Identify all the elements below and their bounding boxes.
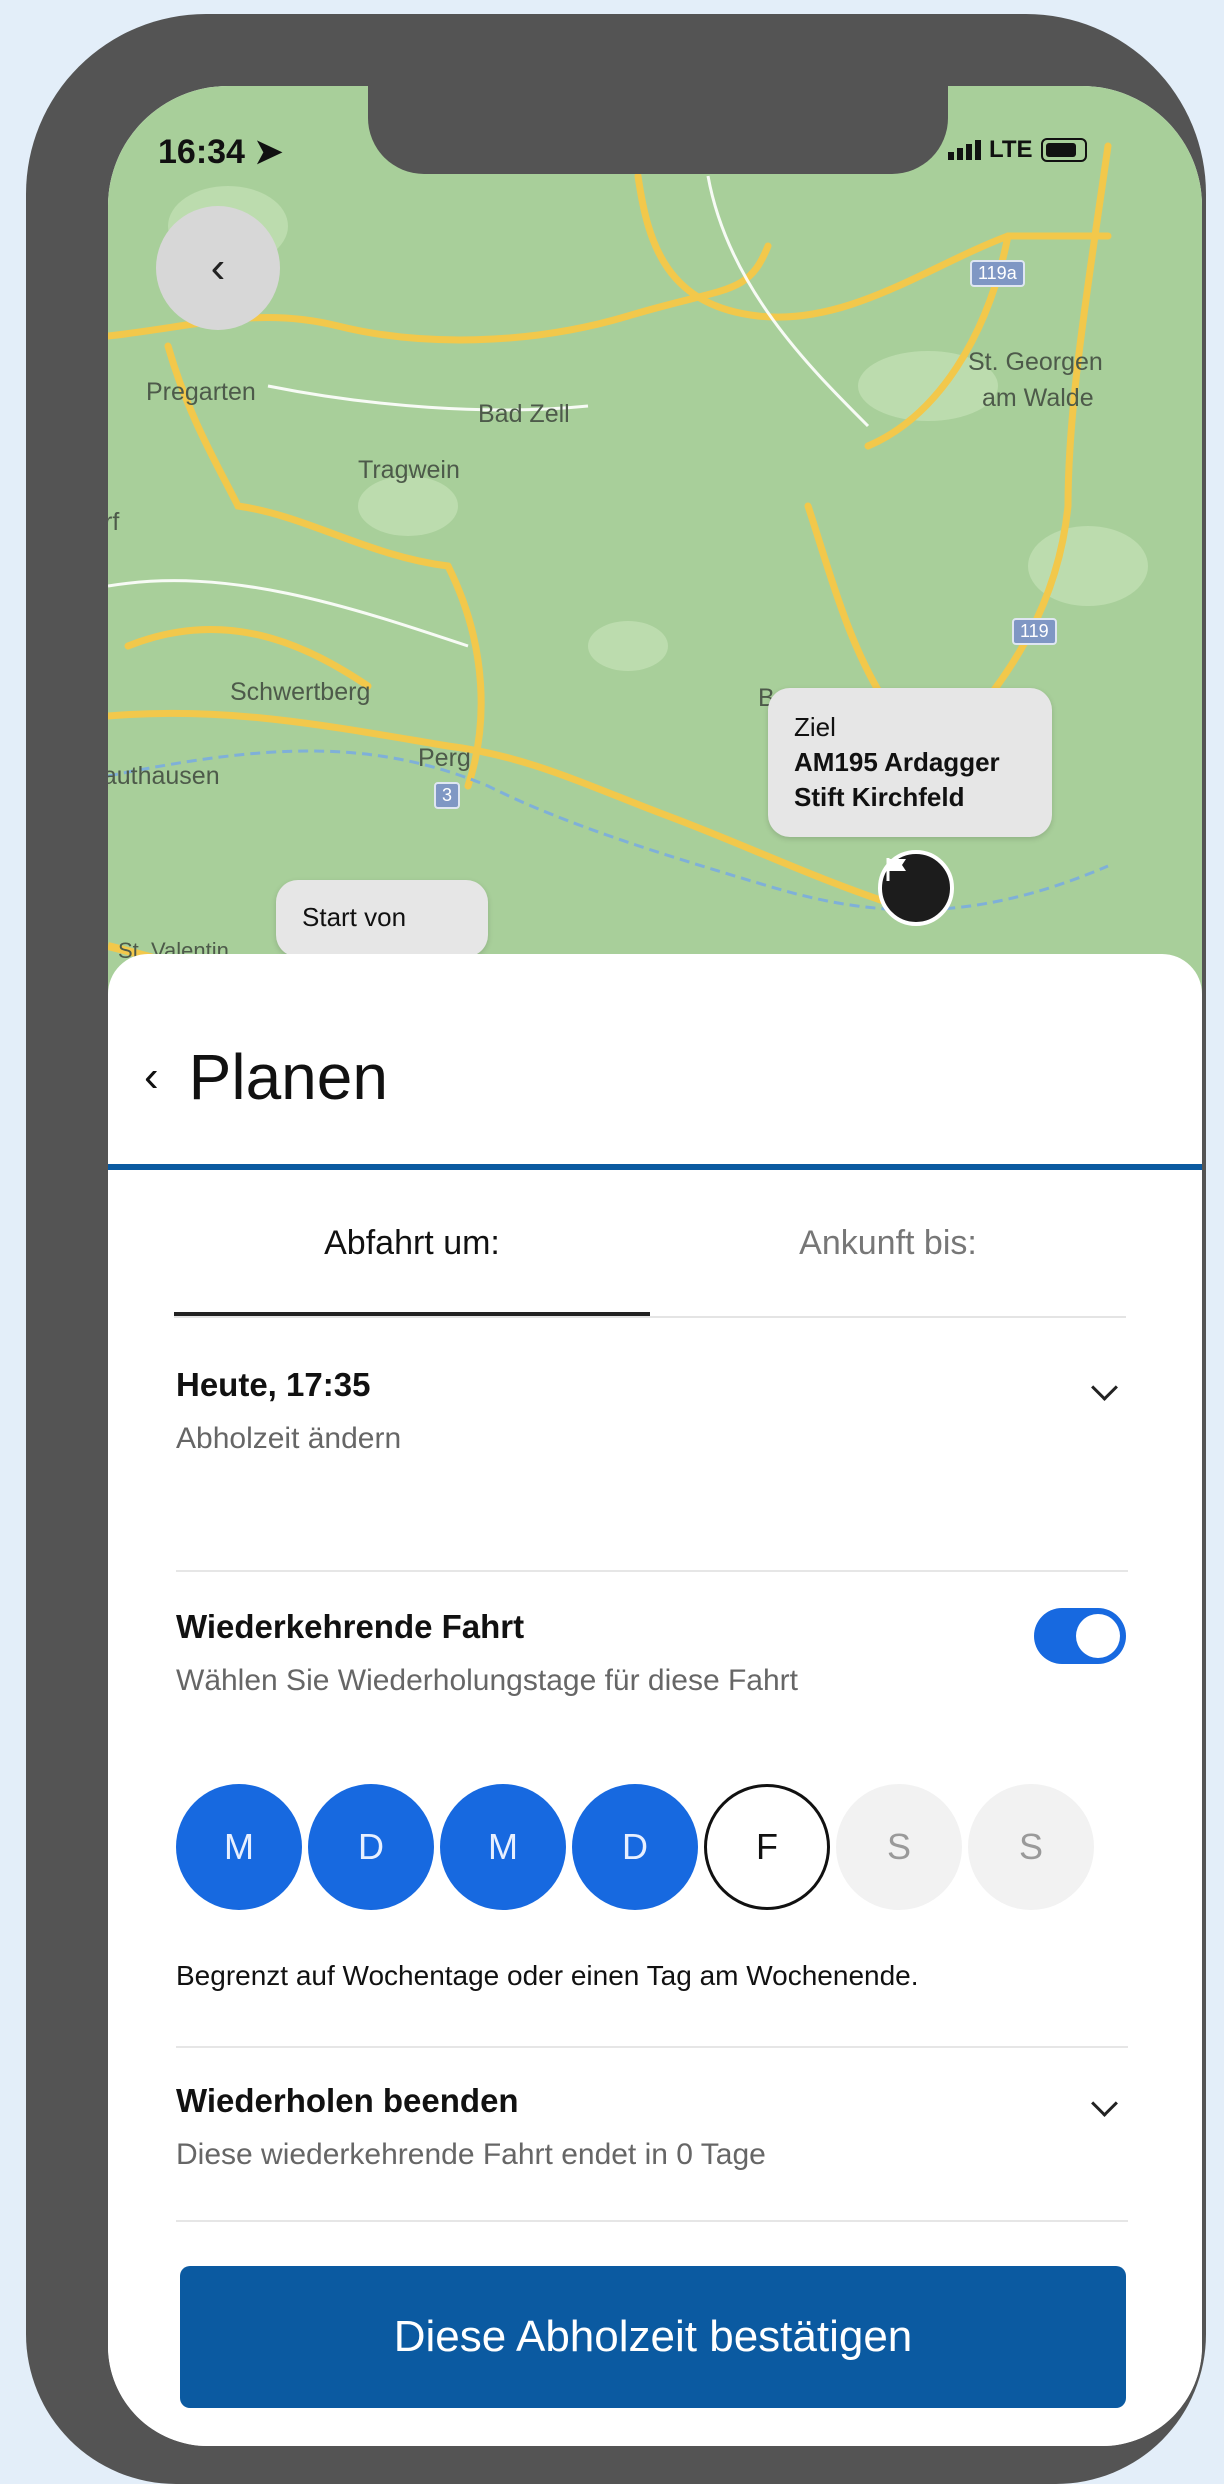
status-time: 16:34 ➤ xyxy=(158,132,283,172)
recurring-subtitle: Wählen Sie Wiederholungstage für diese F… xyxy=(176,1664,799,1697)
time-mode-tabs: Abfahrt um: Ankunft bis: xyxy=(174,1224,1126,1318)
tab-arrival-label: Ankunft bis: xyxy=(799,1224,977,1262)
phone-frame: Pregarten Bad Zell Tragwein St. Georgen … xyxy=(26,14,1206,2484)
chevron-left-icon[interactable]: ‹ xyxy=(144,1052,159,1102)
end-repeat-subtitle: Diese wiederkehrende Fahrt endet in 0 Ta… xyxy=(176,2138,766,2171)
divider xyxy=(176,2046,1128,2048)
day-wednesday[interactable]: M xyxy=(440,1784,566,1910)
divider xyxy=(176,2220,1128,2222)
pickup-time-row[interactable]: Heute, 17:35 Abholzeit ändern xyxy=(176,1366,1128,1456)
day-thursday[interactable]: D xyxy=(572,1784,698,1910)
tab-departure[interactable]: Abfahrt um: xyxy=(174,1224,650,1316)
confirm-pickup-label: Diese Abholzeit bestätigen xyxy=(393,2312,913,2361)
destination-name-line2: Stift Kirchfeld xyxy=(794,782,965,813)
map-roads xyxy=(108,142,1148,1006)
pickup-time-subtitle: Abholzeit ändern xyxy=(176,1422,402,1455)
map-label-partial: rf xyxy=(108,508,120,536)
recurring-toggle[interactable] xyxy=(1034,1608,1126,1664)
sheet-header: ‹ Planen xyxy=(144,1040,388,1114)
road-shield-119a: 119a xyxy=(970,260,1025,287)
destination-flag-pin[interactable] xyxy=(878,850,954,926)
day-monday[interactable]: M xyxy=(176,1784,302,1910)
header-divider xyxy=(108,1164,1202,1170)
recurring-title: Wiederkehrende Fahrt xyxy=(176,1608,525,1645)
status-time-text: 16:34 xyxy=(158,133,245,171)
page-title: Planen xyxy=(188,1041,388,1113)
destination-bubble[interactable]: Ziel AM195 Ardagger Stift Kirchfeld xyxy=(768,688,1052,838)
location-arrow-icon: ➤ xyxy=(254,133,283,171)
network-label: LTE xyxy=(989,136,1033,163)
end-repeat-title: Wiederholen beenden xyxy=(176,2082,519,2119)
map-label-pregarten: Pregarten xyxy=(146,378,256,406)
weekday-selector: M D M D F S S xyxy=(176,1784,1094,1910)
start-label: Start von xyxy=(302,902,407,932)
map-label-am-walde: am Walde xyxy=(982,384,1094,412)
map-view[interactable]: Pregarten Bad Zell Tragwein St. Georgen … xyxy=(108,86,1202,1006)
day-sunday[interactable]: S xyxy=(968,1784,1094,1910)
map-label-tragwein: Tragwein xyxy=(358,456,460,484)
flag-icon xyxy=(886,858,906,881)
phone-screen: Pregarten Bad Zell Tragwein St. Georgen … xyxy=(108,86,1202,2446)
divider xyxy=(176,1570,1128,1572)
destination-label: Ziel xyxy=(794,712,836,742)
recurring-ride-row: Wiederkehrende Fahrt Wählen Sie Wiederho… xyxy=(176,1608,1128,1698)
start-bubble[interactable]: Start von xyxy=(276,880,488,958)
map-back-button[interactable]: ‹ xyxy=(156,206,280,330)
phone-notch xyxy=(368,86,948,174)
chevron-left-icon: ‹ xyxy=(210,243,226,292)
map-label-bad-zell: Bad Zell xyxy=(478,400,570,428)
weekday-limit-note: Begrenzt auf Wochentage oder einen Tag a… xyxy=(176,1960,919,1991)
tab-arrival[interactable]: Ankunft bis: xyxy=(650,1224,1126,1316)
map-label-schwertberg: Schwertberg xyxy=(230,678,371,706)
end-repeat-row[interactable]: Wiederholen beenden Diese wiederkehrende… xyxy=(176,2082,1128,2172)
tab-departure-label: Abfahrt um: xyxy=(324,1224,500,1262)
day-friday[interactable]: F xyxy=(704,1784,830,1910)
battery-icon xyxy=(1040,138,1087,162)
map-label-st-georgen: St. Georgen xyxy=(968,348,1103,376)
planning-sheet: ‹ Planen Abfahrt um: Ankunft bis: Heute,… xyxy=(108,954,1202,2446)
destination-name-line1: AM195 Ardagger xyxy=(794,747,1000,778)
road-shield-3: 3 xyxy=(434,782,461,809)
confirm-pickup-button[interactable]: Diese Abholzeit bestätigen xyxy=(180,2266,1126,2408)
road-shield-119: 119 xyxy=(1012,618,1057,645)
pickup-time-title: Heute, 17:35 xyxy=(176,1366,371,1403)
map-label-perg: Perg xyxy=(418,744,471,772)
signal-icon xyxy=(948,140,981,160)
day-tuesday[interactable]: D xyxy=(308,1784,434,1910)
day-saturday[interactable]: S xyxy=(836,1784,962,1910)
map-label-mauthausen: Mauthausen xyxy=(108,762,220,790)
status-indicators: LTE xyxy=(948,136,1087,164)
